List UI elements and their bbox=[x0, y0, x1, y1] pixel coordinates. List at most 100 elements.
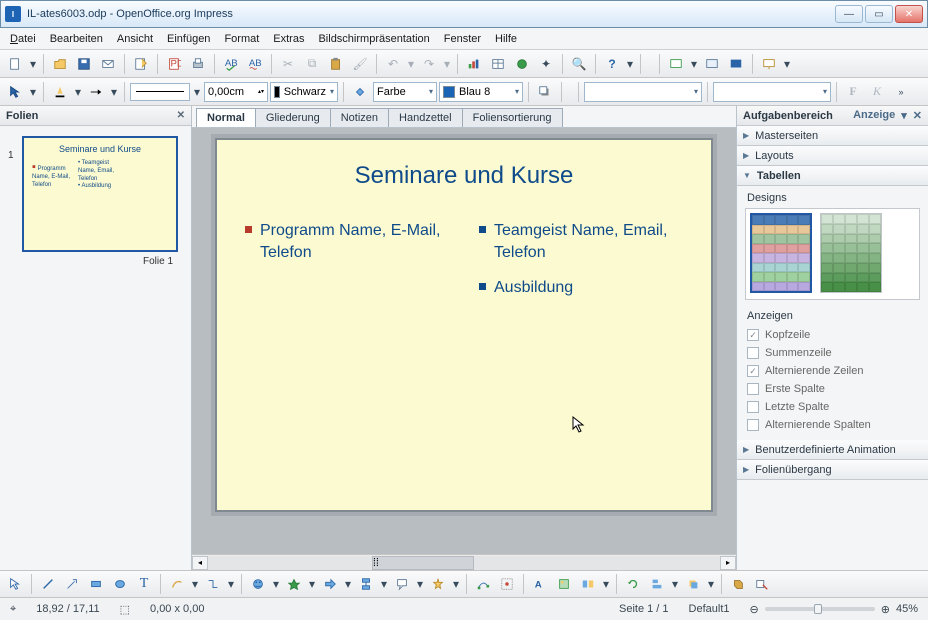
menu-fenster[interactable]: Fenster bbox=[438, 31, 487, 47]
tab-notizen[interactable]: Notizen bbox=[330, 108, 389, 127]
copy-button[interactable]: ⧉ bbox=[301, 53, 323, 75]
menu-bildschirmpraesentation[interactable]: Bildschirmpräsentation bbox=[312, 31, 435, 47]
slide[interactable]: Seminare und Kurse Programm Name, E-Mail… bbox=[215, 138, 713, 512]
hyperlink-button[interactable] bbox=[511, 53, 533, 75]
slideshow-button[interactable] bbox=[725, 53, 747, 75]
menu-bearbeiten[interactable]: Bearbeiten bbox=[44, 31, 109, 47]
checkbox-alternierende-zeilen[interactable]: ✓Alternierende Zeilen bbox=[745, 362, 920, 380]
minimize-button[interactable]: — bbox=[835, 5, 863, 23]
arrow-tool-dropdown[interactable]: ▾ bbox=[28, 81, 38, 103]
table-design-2[interactable] bbox=[820, 213, 882, 293]
ellipse-tool-button[interactable] bbox=[109, 573, 131, 595]
slides-panel-close-icon[interactable]: ✕ bbox=[177, 110, 185, 121]
close-button[interactable]: ✕ bbox=[895, 5, 923, 23]
paste-button[interactable] bbox=[325, 53, 347, 75]
menu-ansicht[interactable]: Ansicht bbox=[111, 31, 159, 47]
slide-button[interactable] bbox=[665, 53, 687, 75]
connector-tool-button[interactable] bbox=[202, 573, 224, 595]
fill-button[interactable] bbox=[349, 81, 371, 103]
presentation-button[interactable] bbox=[758, 53, 780, 75]
callouts-button[interactable] bbox=[391, 573, 413, 595]
zoom-control[interactable]: ⊖ ⊕ 45% bbox=[750, 603, 918, 616]
zoom-out-icon[interactable]: ⊖ bbox=[750, 603, 759, 616]
align-dropdown[interactable]: ▾ bbox=[670, 573, 680, 595]
open-button[interactable] bbox=[49, 53, 71, 75]
accordion-masterseiten[interactable]: ▶Masterseiten bbox=[737, 126, 928, 146]
checkbox-icon[interactable] bbox=[747, 383, 759, 395]
redo-button[interactable]: ↷ bbox=[418, 53, 440, 75]
linestyle-dropdown[interactable]: ▾ bbox=[192, 81, 202, 103]
checkbox-summenzeile[interactable]: Summenzeile bbox=[745, 344, 920, 362]
zoom-slider[interactable] bbox=[765, 607, 875, 611]
autospell-button[interactable]: ABC bbox=[244, 53, 266, 75]
from-file-button[interactable] bbox=[553, 573, 575, 595]
symbol-shapes-dropdown[interactable]: ▾ bbox=[307, 573, 317, 595]
rect-tool-button[interactable] bbox=[85, 573, 107, 595]
fontwork-button[interactable]: A bbox=[529, 573, 551, 595]
points-button[interactable] bbox=[472, 573, 494, 595]
italic-button[interactable]: K bbox=[866, 81, 888, 103]
flowchart-dropdown[interactable]: ▾ bbox=[379, 573, 389, 595]
zoom-value[interactable]: 45% bbox=[896, 603, 918, 615]
rotate-button[interactable] bbox=[622, 573, 644, 595]
interaction-button[interactable] bbox=[751, 573, 773, 595]
help-dropdown[interactable]: ▾ bbox=[625, 53, 635, 75]
linecolor-select[interactable]: Schwarz▾ bbox=[270, 82, 338, 102]
menu-datei[interactable]: Datei bbox=[4, 31, 42, 47]
symbol-shapes-button[interactable] bbox=[283, 573, 305, 595]
email-button[interactable] bbox=[97, 53, 119, 75]
cut-button[interactable]: ✂ bbox=[277, 53, 299, 75]
zoom-button[interactable]: 🔍 bbox=[568, 53, 590, 75]
undo-button[interactable]: ↶ bbox=[382, 53, 404, 75]
slide-canvas[interactable]: Seminare und Kurse Programm Name, E-Mail… bbox=[192, 128, 736, 554]
tasks-panel-close-icon[interactable]: ✕ bbox=[913, 109, 922, 122]
checkbox-icon[interactable]: ✓ bbox=[747, 329, 759, 341]
view-menu-link[interactable]: Anzeige bbox=[853, 109, 895, 122]
slide-thumbnail[interactable]: Seminare und Kurse ▪ ProgrammName, E-Mai… bbox=[22, 136, 178, 252]
gallery-button[interactable] bbox=[577, 573, 599, 595]
export-pdf-button[interactable]: PDF bbox=[163, 53, 185, 75]
table-designs[interactable] bbox=[745, 208, 920, 300]
table-design-1[interactable] bbox=[750, 213, 812, 293]
new-doc-button[interactable] bbox=[4, 53, 26, 75]
zoom-in-icon[interactable]: ⊕ bbox=[881, 603, 890, 616]
checkbox-icon[interactable]: ✓ bbox=[747, 365, 759, 377]
curve-dropdown[interactable]: ▾ bbox=[190, 573, 200, 595]
select-tool-button[interactable] bbox=[4, 573, 26, 595]
stars-button[interactable] bbox=[427, 573, 449, 595]
chart-button[interactable] bbox=[463, 53, 485, 75]
line-color-button[interactable] bbox=[49, 81, 71, 103]
more-button[interactable]: » bbox=[890, 81, 912, 103]
edit-button[interactable] bbox=[130, 53, 152, 75]
style-select[interactable]: ▾ bbox=[584, 82, 702, 102]
extrusion-button[interactable] bbox=[727, 573, 749, 595]
slidedesign-button[interactable] bbox=[701, 53, 723, 75]
align-button[interactable] bbox=[646, 573, 668, 595]
accordion-animation[interactable]: ▶Benutzerdefinierte Animation bbox=[737, 440, 928, 460]
fillcolor-select[interactable]: Blau 8▾ bbox=[439, 82, 523, 102]
basic-shapes-button[interactable] bbox=[247, 573, 269, 595]
line-tool-button[interactable] bbox=[37, 573, 59, 595]
menu-einfuegen[interactable]: Einfügen bbox=[161, 31, 216, 47]
accordion-tabellen[interactable]: ▼Tabellen bbox=[737, 166, 928, 186]
checkbox-icon[interactable] bbox=[747, 347, 759, 359]
slide-dropdown[interactable]: ▾ bbox=[689, 53, 699, 75]
tab-gliederung[interactable]: Gliederung bbox=[255, 108, 331, 127]
scroll-thumb[interactable]: ⁞⁞ bbox=[372, 556, 474, 570]
menu-format[interactable]: Format bbox=[218, 31, 265, 47]
new-doc-dropdown[interactable]: ▾ bbox=[28, 53, 38, 75]
format-paintbrush-button[interactable]: 🖌 bbox=[349, 53, 371, 75]
spellcheck-button[interactable]: ABC bbox=[220, 53, 242, 75]
presentation-dropdown[interactable]: ▾ bbox=[782, 53, 792, 75]
linewidth-input[interactable]: 0,00cm ▴▾ bbox=[204, 82, 268, 102]
arrowstyle-dropdown[interactable]: ▾ bbox=[109, 81, 119, 103]
checkbox-icon[interactable] bbox=[747, 401, 759, 413]
horizontal-scrollbar[interactable]: ◂ ⁞⁞ ▸ bbox=[192, 554, 736, 570]
block-arrows-button[interactable] bbox=[319, 573, 341, 595]
scroll-left-button[interactable]: ◂ bbox=[192, 556, 208, 570]
stars-dropdown[interactable]: ▾ bbox=[451, 573, 461, 595]
slide-title[interactable]: Seminare und Kurse bbox=[245, 162, 683, 190]
gallery-dropdown[interactable]: ▾ bbox=[601, 573, 611, 595]
block-arrows-dropdown[interactable]: ▾ bbox=[343, 573, 353, 595]
print-button[interactable] bbox=[187, 53, 209, 75]
